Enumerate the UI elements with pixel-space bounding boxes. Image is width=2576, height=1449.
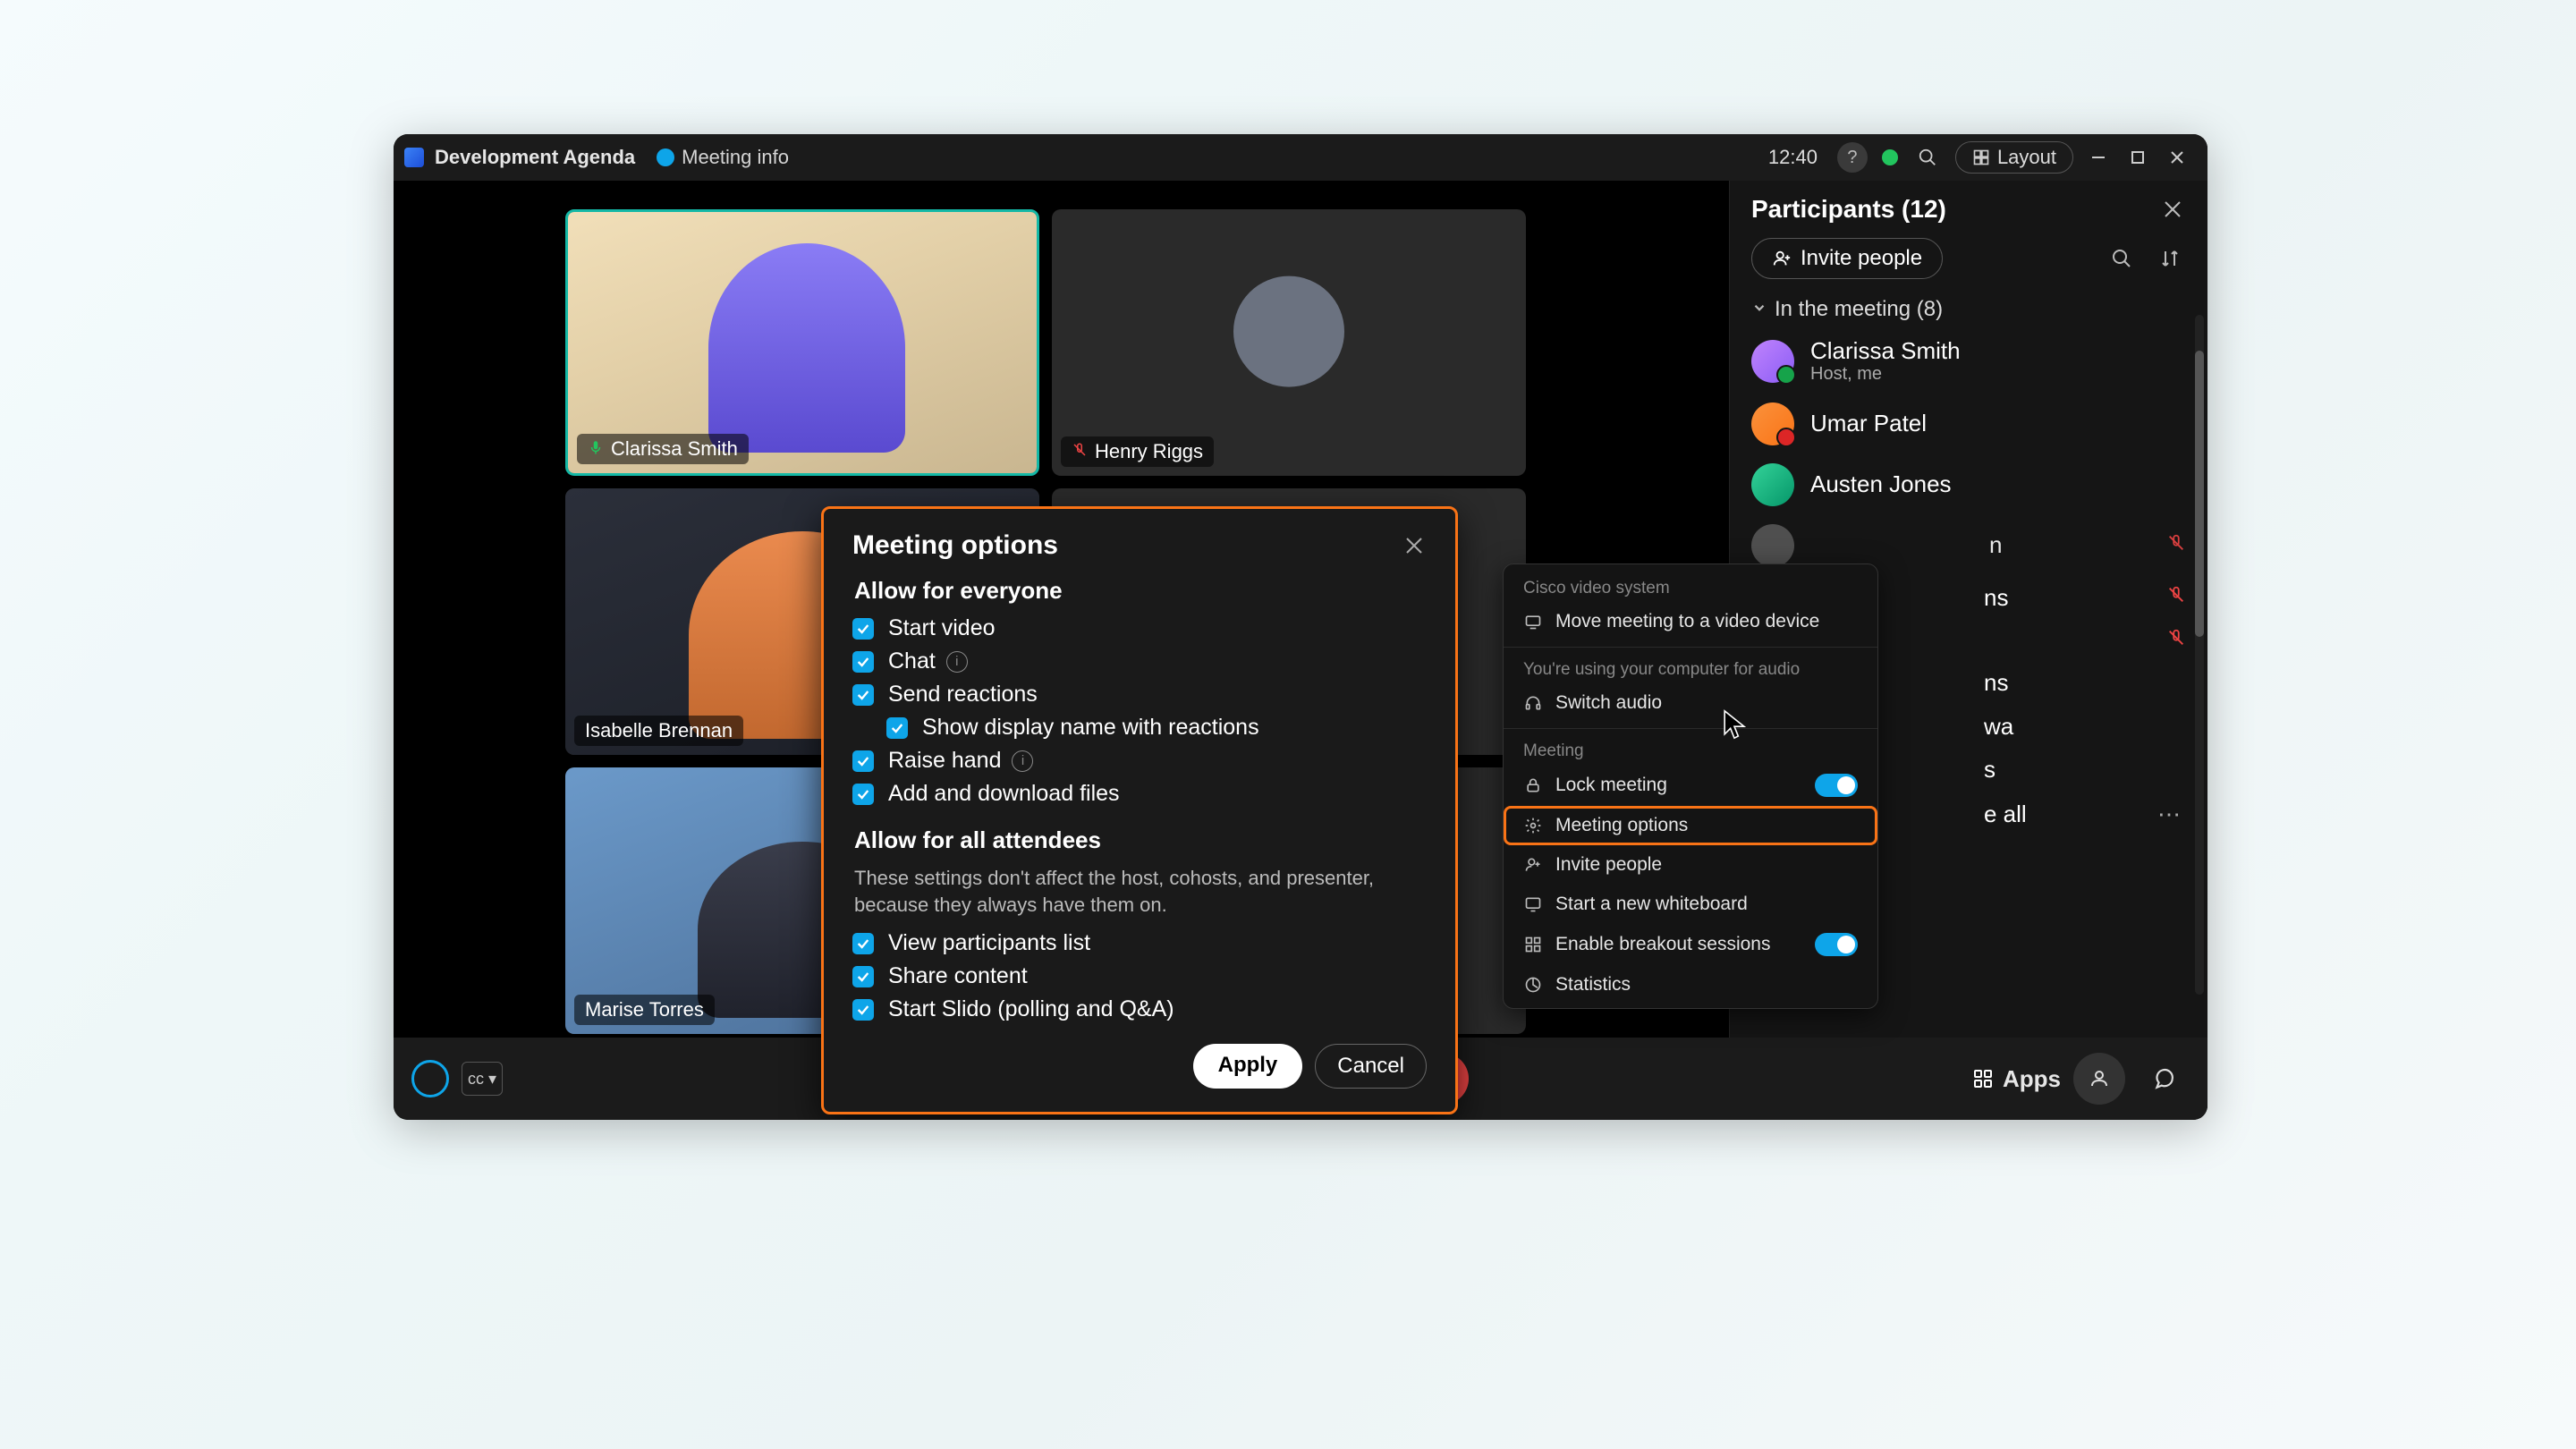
avatar [1751, 402, 1794, 445]
participant-row[interactable]: Clarissa Smith Host, me [1730, 329, 2207, 394]
participant-row[interactable]: Austen Jones [1730, 454, 2207, 515]
participants-button[interactable] [2073, 1053, 2125, 1105]
participants-section-label: In the meeting (8) [1775, 297, 1943, 322]
window-minimize-icon[interactable] [2079, 142, 2118, 173]
captions-button[interactable]: cc ▾ [462, 1062, 503, 1096]
mic-on-icon [588, 437, 604, 461]
checkbox-view-participants[interactable]: View participants list [852, 930, 1427, 956]
checkbox-share-content[interactable]: Share content [852, 963, 1427, 989]
participant-more-icon[interactable]: ⋯ [2152, 801, 2186, 828]
meeting-info-label[interactable]: Meeting info [682, 146, 789, 169]
dialog-section-heading: Allow for everyone [854, 577, 1427, 605]
video-tile-label: Henry Riggs [1061, 436, 1214, 467]
checkbox-show-display-name[interactable]: Show display name with reactions [886, 715, 1427, 741]
menu-item-statistics[interactable]: Statistics [1504, 965, 1877, 1004]
invite-people-label: Invite people [1801, 246, 1922, 271]
help-icon[interactable]: ? [1837, 142, 1868, 173]
meeting-info-icon[interactable] [657, 148, 674, 166]
app-logo-icon [404, 148, 424, 167]
lock-icon [1523, 775, 1543, 795]
menu-item-invite-people[interactable]: Invite people [1504, 845, 1877, 885]
dialog-title: Meeting options [852, 530, 1402, 561]
video-tile-label: Clarissa Smith [577, 434, 749, 464]
menu-item-meeting-options[interactable]: Meeting options [1504, 806, 1877, 845]
avatar-circle-icon [1233, 276, 1344, 387]
menu-section-label: Cisco video system [1504, 572, 1877, 602]
info-icon[interactable]: i [946, 651, 968, 673]
toggle-on[interactable] [1815, 774, 1858, 797]
mic-muted-icon [2166, 585, 2186, 609]
video-tile[interactable]: Clarissa Smith [565, 209, 1039, 476]
menu-item-move-to-device[interactable]: Move meeting to a video device [1504, 602, 1877, 641]
video-tile[interactable]: Henry Riggs [1052, 209, 1526, 476]
layout-button[interactable]: Layout [1955, 141, 2073, 174]
cursor-icon [1723, 708, 1746, 741]
whiteboard-icon [1523, 894, 1543, 914]
checkbox-add-download[interactable]: Add and download files [852, 781, 1427, 807]
participant-row[interactable]: Umar Patel [1730, 394, 2207, 454]
checkbox-chat[interactable]: Chati [852, 648, 1427, 674]
menu-item-lock-meeting[interactable]: Lock meeting [1504, 765, 1877, 806]
titlebar-clock: 12:40 [1768, 146, 1818, 169]
participants-search-icon[interactable] [2106, 242, 2138, 275]
breakout-icon [1523, 935, 1543, 954]
avatar [1751, 463, 1794, 506]
video-tile-label: Marise Torres [574, 995, 715, 1025]
layout-button-label: Layout [1997, 146, 2056, 169]
mic-muted-icon [2166, 628, 2186, 652]
participants-close-icon[interactable] [2159, 196, 2186, 223]
scrollbar-thumb[interactable] [2195, 351, 2204, 637]
participants-section-toggle[interactable]: In the meeting (8) [1730, 290, 2207, 329]
meeting-options-dialog: Meeting options Allow for everyone Start… [821, 506, 1458, 1114]
checkbox-send-reactions[interactable]: Send reactions [852, 682, 1427, 708]
mic-off-icon [1072, 440, 1088, 463]
menu-section-label: Meeting [1504, 734, 1877, 765]
gear-icon [1523, 816, 1543, 835]
assistant-ring-icon[interactable] [411, 1060, 449, 1097]
info-icon[interactable]: i [1012, 750, 1033, 772]
mic-muted-icon [2166, 533, 2186, 557]
meeting-app-window: Development Agenda Meeting info 12:40 ? … [394, 134, 2207, 1120]
window-maximize-icon[interactable] [2118, 142, 2157, 173]
more-options-menu: Cisco video system Move meeting to a vid… [1503, 564, 1878, 1009]
cancel-button[interactable]: Cancel [1315, 1044, 1427, 1089]
menu-section-label: You're using your computer for audio [1504, 653, 1877, 683]
zoom-search-icon[interactable] [1912, 142, 1943, 173]
checkbox-raise-hand[interactable]: Raise handi [852, 748, 1427, 774]
toggle-on[interactable] [1815, 933, 1858, 956]
menu-item-switch-audio[interactable]: Switch audio [1504, 683, 1877, 723]
connection-quality-icon[interactable] [1875, 142, 1905, 173]
dialog-close-icon[interactable] [1402, 533, 1427, 558]
headset-icon [1523, 693, 1543, 713]
dialog-section-heading: Allow for all attendees [854, 826, 1427, 854]
apps-label: Apps [2003, 1065, 2061, 1093]
avatar [1751, 524, 1794, 567]
avatar [1751, 340, 1794, 383]
apply-button[interactable]: Apply [1193, 1044, 1303, 1089]
meeting-title: Development Agenda [435, 146, 635, 169]
participants-sort-icon[interactable] [2154, 242, 2186, 275]
checkbox-start-video[interactable]: Start video [852, 615, 1427, 641]
video-tile-label: Isabelle Brennan [574, 716, 743, 746]
chevron-down-icon [1751, 297, 1767, 322]
window-close-icon[interactable] [2157, 142, 2197, 173]
apps-button[interactable]: Apps [1972, 1065, 2061, 1093]
dialog-section-description: These settings don't affect the host, co… [854, 865, 1427, 918]
checkbox-start-slido[interactable]: Start Slido (polling and Q&A) [852, 996, 1427, 1022]
chat-button[interactable] [2138, 1053, 2190, 1105]
device-icon [1523, 612, 1543, 631]
invite-people-button[interactable]: Invite people [1751, 238, 1943, 279]
invite-icon [1523, 855, 1543, 875]
menu-item-enable-breakout[interactable]: Enable breakout sessions [1504, 924, 1877, 965]
stats-icon [1523, 975, 1543, 995]
titlebar: Development Agenda Meeting info 12:40 ? … [394, 134, 2207, 181]
participants-title: Participants (12) [1751, 195, 2159, 224]
menu-item-start-whiteboard[interactable]: Start a new whiteboard [1504, 885, 1877, 924]
